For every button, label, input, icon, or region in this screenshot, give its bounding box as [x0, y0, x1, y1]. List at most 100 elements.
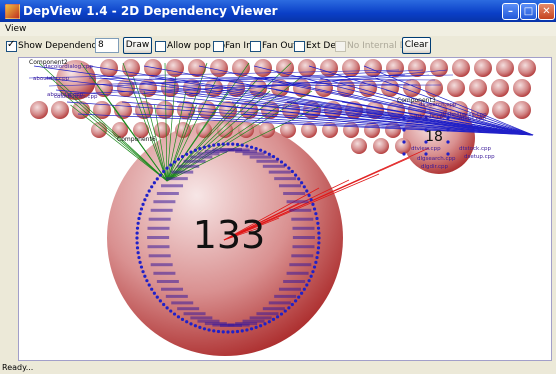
file-label: dlgsearch.cpp [417, 156, 456, 162]
minimize-icon: – [508, 6, 513, 17]
file-node [135, 236, 139, 240]
file-node [136, 221, 140, 225]
file-label: aboutdlg.cpp [33, 76, 70, 82]
file-node [147, 189, 151, 193]
file-label-mark [292, 226, 315, 230]
file-node [300, 291, 304, 295]
file-label-mark [256, 159, 279, 163]
file-label: dirsearch.cpp [419, 102, 457, 108]
allow-popup-checkbox[interactable] [155, 41, 166, 52]
file-label-mark [262, 164, 285, 168]
file-node [135, 246, 140, 250]
file-node [152, 291, 156, 295]
file-label-mark [256, 312, 279, 316]
file-node [271, 317, 276, 322]
file-node [165, 306, 169, 310]
file-node [446, 128, 450, 132]
file-node [207, 144, 211, 148]
file-node [137, 216, 141, 221]
file-node [138, 260, 142, 264]
graph-canvas[interactable]: Component2 Component3 Component6 dacolordia… [18, 57, 552, 361]
file-node [193, 148, 197, 152]
file-node [312, 207, 317, 211]
file-node [198, 147, 202, 151]
file-node [317, 236, 321, 240]
file-label-mark [242, 152, 265, 156]
file-label-mark [177, 307, 200, 311]
fan-in-checkbox[interactable] [213, 41, 224, 52]
file-label: dtview.cpp [411, 146, 441, 152]
file-node [145, 279, 149, 283]
file-node [311, 270, 315, 274]
minimize-button[interactable]: – [502, 3, 519, 20]
file-label-mark [165, 177, 188, 181]
menu-view[interactable]: View [2, 23, 29, 35]
file-node [202, 145, 207, 149]
file-node [302, 185, 306, 189]
status-text: Ready... [2, 363, 34, 372]
show-dependency-checkbox[interactable] [6, 39, 17, 52]
status-bar: Ready... [0, 362, 556, 374]
file-node [316, 246, 321, 250]
depth-input[interactable]: 8 [95, 38, 119, 53]
file-node [302, 287, 306, 291]
file-label-mark [147, 236, 170, 239]
file-node [314, 212, 318, 216]
file-node [275, 315, 280, 319]
module-sphere [166, 59, 184, 77]
file-label-mark [147, 245, 170, 249]
file-node [212, 143, 216, 147]
file-node [307, 279, 311, 283]
no-internal-dep-checkbox[interactable] [335, 41, 346, 52]
file-label-mark [148, 254, 171, 258]
module-sphere [491, 79, 509, 97]
file-node [137, 255, 141, 260]
file-node [402, 116, 406, 120]
file-node [315, 255, 319, 260]
ext-dep-checkbox[interactable] [294, 41, 305, 52]
file-node [297, 177, 301, 181]
file-label-mark [268, 301, 291, 305]
file-label-mark [153, 271, 176, 275]
file-node [314, 260, 318, 264]
fan-out-checkbox[interactable] [250, 41, 261, 52]
file-node [216, 142, 221, 147]
maximize-button[interactable]: □ [520, 3, 537, 20]
file-node [162, 169, 166, 174]
file-node [316, 251, 320, 255]
file-node [235, 329, 240, 334]
file-node [267, 320, 271, 324]
file-node [139, 207, 144, 211]
file-node [135, 241, 139, 245]
file-node [311, 202, 315, 206]
file-node [402, 140, 406, 144]
component-label: Component6 [117, 136, 156, 143]
file-node [169, 163, 173, 167]
file-node [198, 325, 202, 329]
file-label-mark [165, 294, 188, 298]
file-label-mark [153, 200, 176, 204]
file-node [254, 147, 258, 151]
file-label-mark [249, 155, 272, 159]
file-node [259, 324, 263, 328]
file-label: dsetup.cpp [464, 154, 495, 160]
fan-out-label: Fan Out [262, 41, 297, 51]
file-node [279, 312, 284, 316]
menu-bar: View [0, 22, 556, 36]
file-node [136, 251, 140, 255]
file-node [180, 154, 185, 159]
module-sphere [518, 59, 536, 77]
file-node [165, 166, 169, 170]
maximize-icon: □ [523, 6, 534, 17]
file-label-mark [161, 184, 184, 188]
draw-button[interactable]: Draw [123, 37, 152, 54]
file-node [139, 265, 144, 269]
module-sphere [496, 59, 514, 77]
module-sphere [513, 101, 531, 119]
close-button[interactable]: ✕ [538, 3, 555, 20]
file-label-mark [212, 148, 235, 152]
clear-button[interactable]: Clear [402, 37, 431, 54]
file-node [135, 226, 140, 230]
file-node [145, 193, 149, 197]
dependency-graph[interactable]: Component2Component3Component6dacolordia… [19, 58, 551, 360]
